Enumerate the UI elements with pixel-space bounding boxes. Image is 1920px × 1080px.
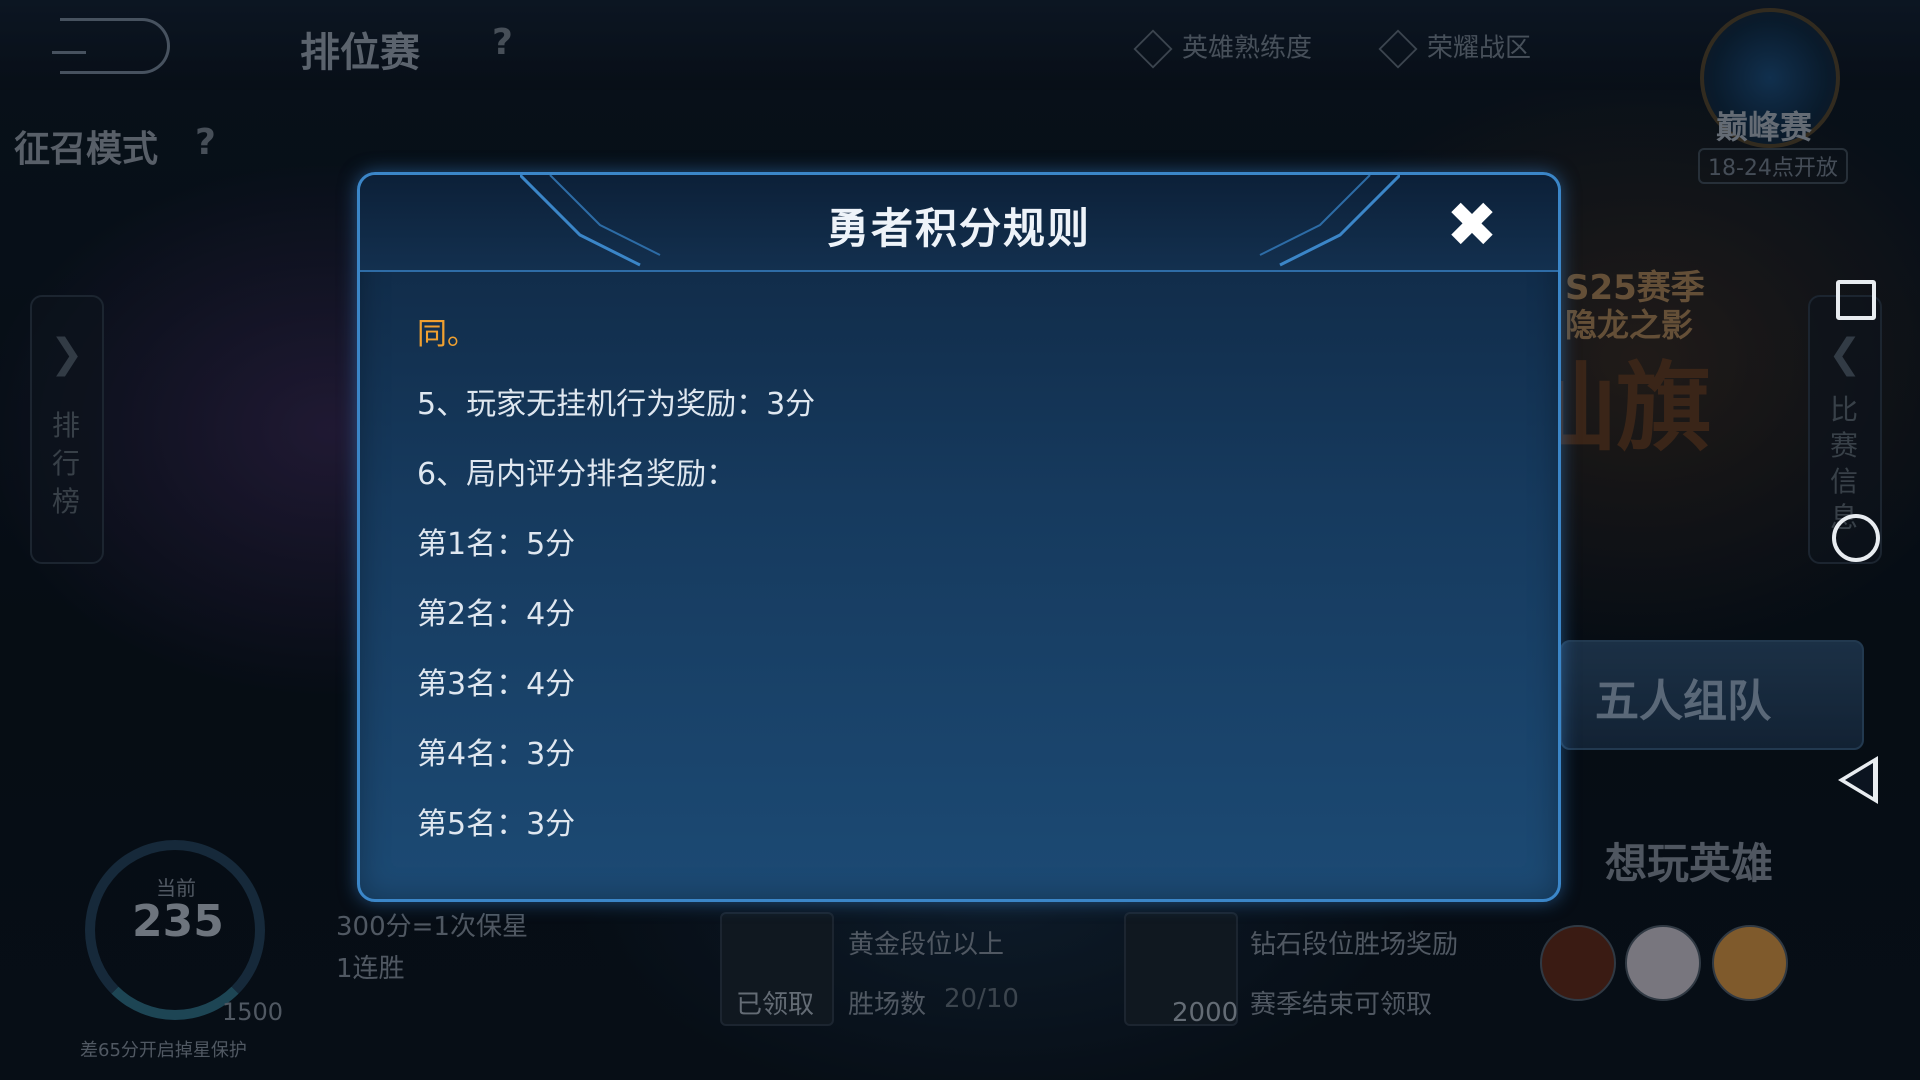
rule-line: 5、玩家无挂机行为奖励：3分 (417, 387, 816, 422)
rules-dialog: 勇者积分规则 ✖ 同。 5、玩家无挂机行为奖励：3分 6、局内评分排名奖励： 第… (357, 172, 1561, 902)
dialog-title: 勇者积分规则 (826, 204, 1091, 253)
back-icon[interactable] (1838, 756, 1878, 804)
rule-line: 6、局内评分排名奖励： (417, 457, 737, 492)
rule-line: 第1名：5分 (417, 527, 576, 562)
rule-line: 同。 (417, 317, 477, 352)
recent-apps-icon[interactable] (1836, 280, 1876, 320)
rule-line: 第2名：4分 (417, 597, 576, 632)
rule-line: 第4名：3分 (417, 737, 576, 772)
rules-list[interactable]: 同。 5、玩家无挂机行为奖励：3分 6、局内评分排名奖励： 第1名：5分 第2名… (417, 300, 1497, 860)
dialog-header: 勇者积分规则 ✖ (360, 175, 1558, 272)
home-icon[interactable] (1832, 514, 1880, 562)
close-icon[interactable]: ✖ (1437, 190, 1507, 260)
rule-line: 第5名：3分 (417, 807, 576, 842)
rule-line: 第3名：4分 (417, 667, 576, 702)
